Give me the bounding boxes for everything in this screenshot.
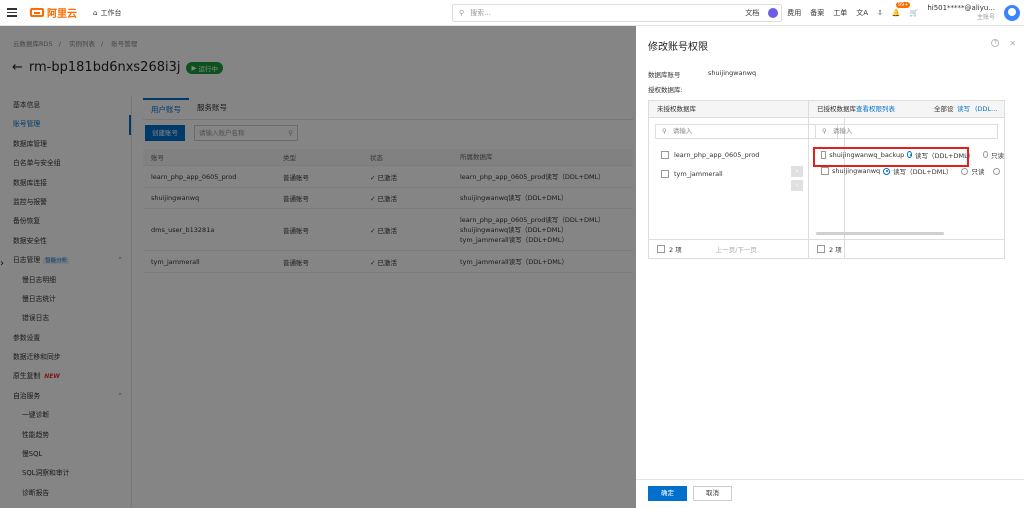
db-name: shuijingwanwq: [832, 167, 881, 175]
search-icon: ⚲: [822, 127, 827, 135]
account-role: 主账号: [976, 14, 995, 21]
item-count: 2 项: [829, 246, 842, 254]
search-placeholder: 请输入: [672, 127, 693, 135]
item-checkbox[interactable]: [661, 150, 669, 159]
search-icon: ⚲: [459, 9, 465, 17]
confirm-button[interactable]: 确定: [648, 486, 687, 501]
set-all-rw-link[interactable]: 读写: [957, 101, 970, 118]
ro-label: 只读: [991, 151, 1005, 160]
auth-db-label: 授权数据库:: [648, 86, 683, 94]
account-menu[interactable]: hi501*****@aliyu... 主账号: [927, 4, 995, 22]
notification-icon[interactable]: 🔔 99+: [892, 2, 911, 17]
highlight-box: [813, 147, 969, 167]
cancel-button[interactable]: 取消: [693, 486, 732, 501]
db-name: learn_php_app_0605_prod: [674, 150, 760, 159]
search-placeholder: 搜索...: [470, 9, 491, 17]
horizontal-scrollbar[interactable]: [816, 232, 944, 235]
nav-icp[interactable]: 备案: [810, 8, 824, 18]
drawer-title: 修改账号权限: [648, 42, 708, 53]
select-all-checkbox[interactable]: [817, 245, 825, 253]
nav-docs[interactable]: 文档: [745, 8, 759, 18]
drawer-actions: ? ✕: [991, 39, 1016, 48]
move-left-button[interactable]: ‹: [791, 180, 803, 191]
ro-label: 只读: [971, 168, 985, 176]
account-row: 数据库账号 shuijingwanwq: [648, 69, 756, 79]
pager[interactable]: 上一页/下一页: [716, 244, 757, 254]
nav-billing[interactable]: 费用: [787, 8, 801, 18]
top-nav: 文档 费用 备案 工单 文A ⇩ 🔔 99+ 🛒 hi501*****@aliyu…: [745, 0, 1024, 26]
home-icon: ⌂: [93, 8, 98, 17]
edit-permissions-drawer: 修改账号权限 ? ✕ 数据库账号 shuijingwanwq 授权数据库: 未授…: [636, 26, 1024, 508]
radio[interactable]: [993, 167, 1001, 175]
drawer-footer: 确定 取消: [636, 479, 1024, 508]
top-bar: 阿里云 ⌂ 工作台 ⚲ 搜索... 文档 费用 备案 工单 文A ⇩ 🔔 99+ …: [0, 0, 1024, 26]
panel-title: 已授权数据库: [817, 105, 856, 113]
move-right-button[interactable]: ›: [791, 166, 803, 177]
menu-icon[interactable]: [0, 0, 24, 26]
auth-db-row: 授权数据库:: [648, 84, 683, 94]
item-checkbox[interactable]: [821, 167, 829, 175]
help-icon[interactable]: ?: [991, 39, 1000, 47]
account-name: hi501*****@aliyu...: [927, 4, 995, 12]
aliyun-logo[interactable]: 阿里云: [30, 5, 77, 20]
account-value: shuijingwanwq: [708, 69, 757, 77]
transfer-arrows: › ‹: [791, 166, 803, 191]
workbench-link[interactable]: ⌂ 工作台: [93, 8, 121, 18]
avatar[interactable]: [1004, 5, 1020, 21]
account-label: 数据库账号: [648, 71, 681, 79]
set-all-ddl-link[interactable]: (DDL...: [975, 101, 997, 118]
item-checkbox[interactable]: [661, 169, 669, 178]
search-placeholder: 请输入: [832, 127, 853, 135]
download-icon[interactable]: ⇩: [877, 9, 883, 17]
chevron-right-icon[interactable]: ›: [0, 258, 4, 269]
workbench-label: 工作台: [100, 8, 122, 17]
authorized-db-panel: 已授权数据库查看权限列表 全部设 读写 (DDL... ⚲ 请输入 shuiji…: [808, 100, 1005, 259]
panel-footer: 2 项: [809, 239, 1004, 258]
ro-radio[interactable]: [961, 167, 969, 175]
logo-text: 阿里云: [47, 9, 77, 20]
language-icon[interactable]: 文A: [856, 8, 868, 18]
panel-header: 已授权数据库查看权限列表 全部设 读写 (DDL...: [809, 101, 1004, 118]
modal-overlay[interactable]: [0, 26, 636, 508]
view-permissions-link[interactable]: 查看权限列表: [856, 105, 895, 113]
nav-tickets[interactable]: 工单: [833, 8, 847, 18]
db-name: tym_jammerall: [674, 169, 723, 178]
auth-search-input[interactable]: ⚲ 请输入: [815, 124, 998, 139]
select-all-checkbox[interactable]: [657, 245, 665, 253]
cart-icon[interactable]: 🛒: [910, 9, 919, 17]
ro-radio[interactable]: [983, 151, 989, 158]
rw-label: 读写（DDL+DML）: [893, 168, 953, 176]
set-all-label: 全部设: [934, 105, 954, 113]
close-icon[interactable]: ✕: [1009, 39, 1016, 48]
search-icon: ⚲: [662, 127, 667, 135]
item-count: 2 项: [669, 246, 682, 254]
notification-badge: 99+: [895, 2, 911, 8]
assistant-icon[interactable]: [768, 8, 779, 18]
rw-radio[interactable]: [883, 167, 891, 175]
global-search-input[interactable]: ⚲ 搜索...: [452, 4, 782, 22]
